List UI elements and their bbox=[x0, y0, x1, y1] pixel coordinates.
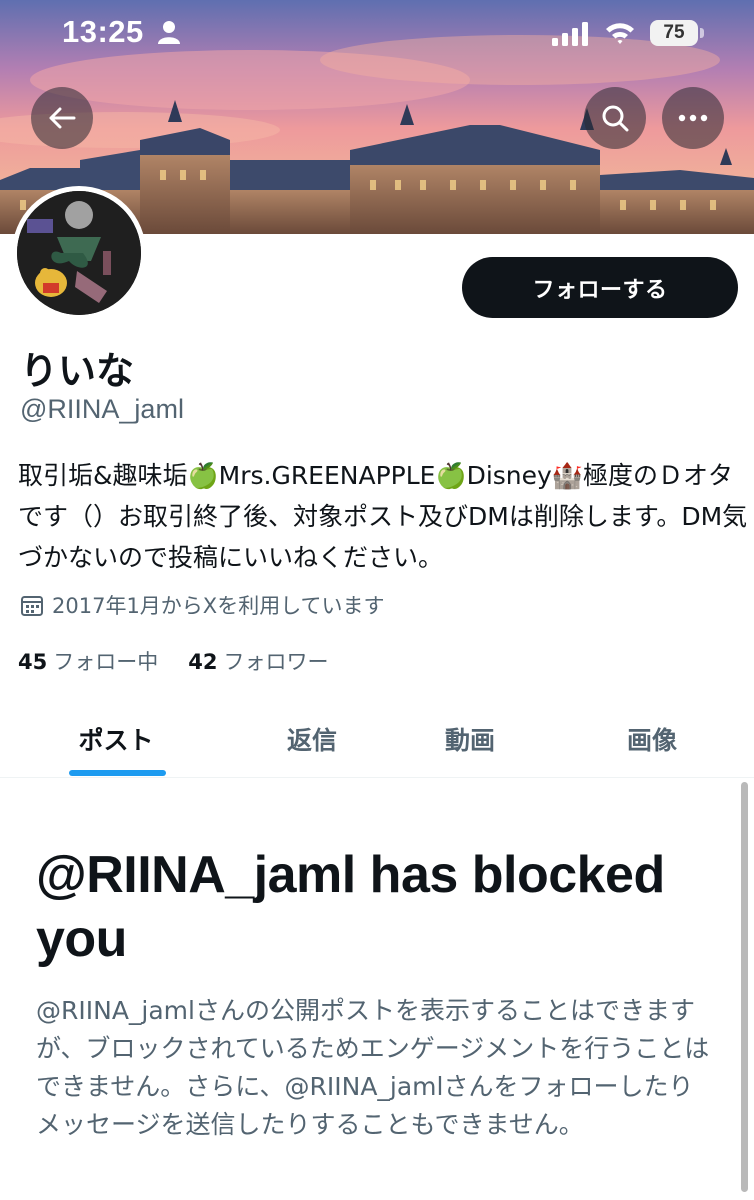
followers-link[interactable]: 42 フォロワー bbox=[188, 646, 328, 676]
following-count: 45 bbox=[18, 650, 48, 674]
profile-bio: 取引垢&趣味垢🍏Mrs.GREENAPPLE🍏Disney🏰極度のＤオタです（）… bbox=[18, 461, 748, 572]
following-label: フォロー中 bbox=[53, 650, 159, 674]
blocked-message: @RIINA_jamlさんの公開ポストを表示することはできますが、ブロックされて… bbox=[36, 996, 710, 1139]
tab-posts[interactable]: ポスト bbox=[20, 700, 212, 778]
person-icon bbox=[158, 21, 180, 44]
joined-date: 2017年1月からXを利用しています bbox=[20, 590, 385, 620]
avatar-image bbox=[17, 191, 141, 315]
following-link[interactable]: 45 フォロー中 bbox=[18, 646, 158, 676]
profile-tabs: ポスト 返信 動画 画像 bbox=[0, 700, 754, 778]
search-button[interactable] bbox=[584, 87, 646, 149]
back-button[interactable] bbox=[31, 87, 93, 149]
back-arrow-icon bbox=[49, 107, 76, 129]
status-bar: 13:25 75 bbox=[0, 0, 754, 70]
battery-level: 75 bbox=[663, 22, 685, 43]
active-tab-indicator bbox=[69, 770, 166, 776]
profile-avatar[interactable] bbox=[12, 186, 146, 320]
search-icon bbox=[602, 105, 629, 132]
status-time: 13:25 bbox=[62, 14, 144, 49]
scrollbar[interactable] bbox=[741, 782, 748, 1192]
followers-label: フォロワー bbox=[223, 650, 329, 674]
tab-videos[interactable]: 動画 bbox=[382, 700, 558, 778]
more-icon bbox=[678, 114, 708, 122]
joined-date-text: 2017年1月からXを利用しています bbox=[52, 594, 385, 618]
user-handle: @RIINA_jaml bbox=[20, 394, 184, 424]
wifi-icon bbox=[606, 23, 634, 44]
tab-images[interactable]: 画像 bbox=[562, 700, 742, 778]
signal-icon bbox=[552, 22, 588, 46]
follow-counts: 45 フォロー中 42 フォロワー bbox=[18, 646, 328, 676]
display-name: りいな bbox=[20, 349, 135, 393]
calendar-icon bbox=[21, 596, 43, 616]
follow-button[interactable]: フォローする bbox=[462, 257, 738, 318]
battery-cap bbox=[700, 28, 704, 38]
followers-count: 42 bbox=[188, 650, 218, 674]
blocked-title: @RIINA_jaml has blocked you bbox=[36, 846, 665, 968]
more-options-button[interactable] bbox=[662, 87, 724, 149]
